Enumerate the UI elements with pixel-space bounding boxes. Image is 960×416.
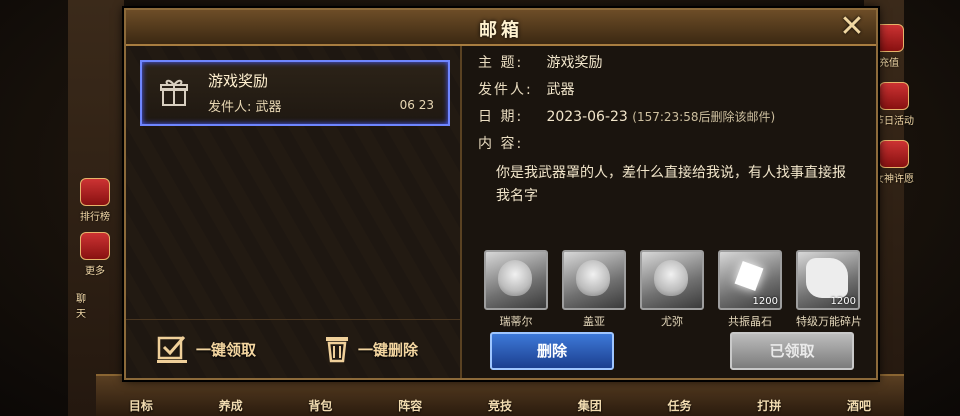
nav-group[interactable]: 集团 — [578, 397, 602, 416]
nav-target[interactable]: 目标 — [129, 397, 153, 416]
delete-button[interactable]: 删除 — [490, 332, 614, 370]
rank-button[interactable]: 排行榜 — [80, 178, 110, 223]
delete-all-button[interactable]: 一键删除 — [322, 334, 418, 364]
nav-work[interactable]: 打拼 — [757, 397, 781, 416]
attachment-name: 盖亚 — [583, 315, 605, 328]
trash-icon — [326, 337, 348, 363]
more-icon — [80, 232, 110, 260]
sender-value: 武器 — [546, 82, 575, 98]
dialog-title: 邮箱 — [479, 20, 523, 41]
recharge-button[interactable]: 充值 — [874, 24, 904, 69]
nav-backpack[interactable]: 背包 — [308, 397, 332, 416]
subject-label: 主 题: — [478, 55, 524, 71]
rank-icon — [80, 178, 110, 206]
mail-detail-pane: 主 题: 游戏奖励 发件人: 武器 日 期: 2023-06-23 (157:2… — [462, 46, 876, 378]
attachment-name: 共振晶石 — [728, 315, 772, 328]
claimed-button: 已领取 — [730, 332, 854, 370]
nav-arena[interactable]: 竞技 — [488, 397, 512, 416]
puzzle-icon: 1200 — [796, 250, 860, 310]
recharge-icon — [874, 24, 904, 52]
claim-all-icon — [157, 336, 187, 363]
more-button[interactable]: 更多 — [80, 232, 110, 277]
close-icon[interactable]: ✕ — [834, 12, 870, 42]
nav-lineup[interactable]: 阵容 — [398, 397, 422, 416]
mail-list-pane: 游戏奖励 发件人: 武器 06 23 一键领取 一键删除 — [126, 46, 462, 378]
mailbox-dialog: 邮箱 ✕ 游戏奖励 发件人: 武器 06 23 一键领取 一键删除 主 题: 游… — [124, 8, 878, 380]
claim-all-label: 一键领取 — [196, 340, 257, 359]
expire-note: (157:23:58后删除该邮件) — [632, 110, 776, 124]
nav-bar[interactable]: 酒吧 — [847, 397, 871, 416]
subject-value: 游戏奖励 — [546, 55, 603, 71]
dialog-titlebar: 邮箱 ✕ — [126, 10, 876, 46]
nav-task[interactable]: 任务 — [667, 397, 691, 416]
portrait-icon — [484, 250, 548, 310]
attachment-qty: 1200 — [830, 296, 856, 307]
attachment-list: 瑞蒂尔 盖亚 尤弥 1200 共振晶石 1200 特级万能碎片 — [484, 250, 862, 329]
content-row: 内 容: — [478, 133, 542, 153]
attachment-item[interactable]: 1200 共振晶石 — [718, 250, 782, 329]
attachment-name: 尤弥 — [661, 315, 683, 328]
nav-develop[interactable]: 养成 — [219, 397, 243, 416]
mail-list-actions: 一键领取 一键删除 — [126, 319, 460, 378]
subject-row: 主 题: 游戏奖励 — [478, 52, 602, 72]
festival-event-button[interactable]: 节日活动 — [874, 82, 914, 127]
mail-item-subject: 游戏奖励 — [208, 72, 269, 90]
attachment-item[interactable]: 尤弥 — [640, 250, 704, 329]
bottom-nav-bar: 目标 养成 背包 阵容 竞技 集团 任务 打拼 酒吧 — [96, 374, 904, 416]
sender-row: 发件人: 武器 — [478, 79, 574, 99]
mail-content: 你是我武器罩的人，差什么直接给我说，有人找事直接报我名字 — [496, 165, 846, 204]
sender-label: 发件人: — [478, 82, 533, 98]
date-value: 2023-06-23 — [546, 109, 628, 125]
attachment-item[interactable]: 盖亚 — [562, 250, 626, 329]
festival-icon — [879, 82, 909, 110]
delete-all-label: 一键删除 — [358, 340, 419, 359]
crystal-icon: 1200 — [718, 250, 782, 310]
goddess-wish-button[interactable]: 女神许愿 — [874, 140, 914, 185]
mail-list-item[interactable]: 游戏奖励 发件人: 武器 06 23 — [140, 60, 450, 126]
attachment-item[interactable]: 1200 特级万能碎片 — [796, 250, 862, 329]
attachment-name: 瑞蒂尔 — [499, 315, 533, 328]
mail-item-sender: 发件人: 武器 — [208, 100, 282, 115]
wish-icon — [879, 140, 909, 168]
date-label: 日 期: — [478, 109, 524, 125]
mail-item-date: 06 23 — [399, 98, 434, 112]
date-row: 日 期: 2023-06-23 (157:23:58后删除该邮件) — [478, 106, 775, 126]
portrait-icon — [640, 250, 704, 310]
content-label: 内 容: — [478, 136, 524, 152]
attachment-name: 特级万能碎片 — [796, 315, 862, 328]
gift-icon — [160, 79, 188, 106]
portrait-icon — [562, 250, 626, 310]
attachment-item[interactable]: 瑞蒂尔 — [484, 250, 548, 329]
attachment-qty: 1200 — [752, 296, 778, 307]
chat-button[interactable]: 聊天 — [72, 290, 90, 320]
claim-all-button[interactable]: 一键领取 — [156, 334, 256, 364]
